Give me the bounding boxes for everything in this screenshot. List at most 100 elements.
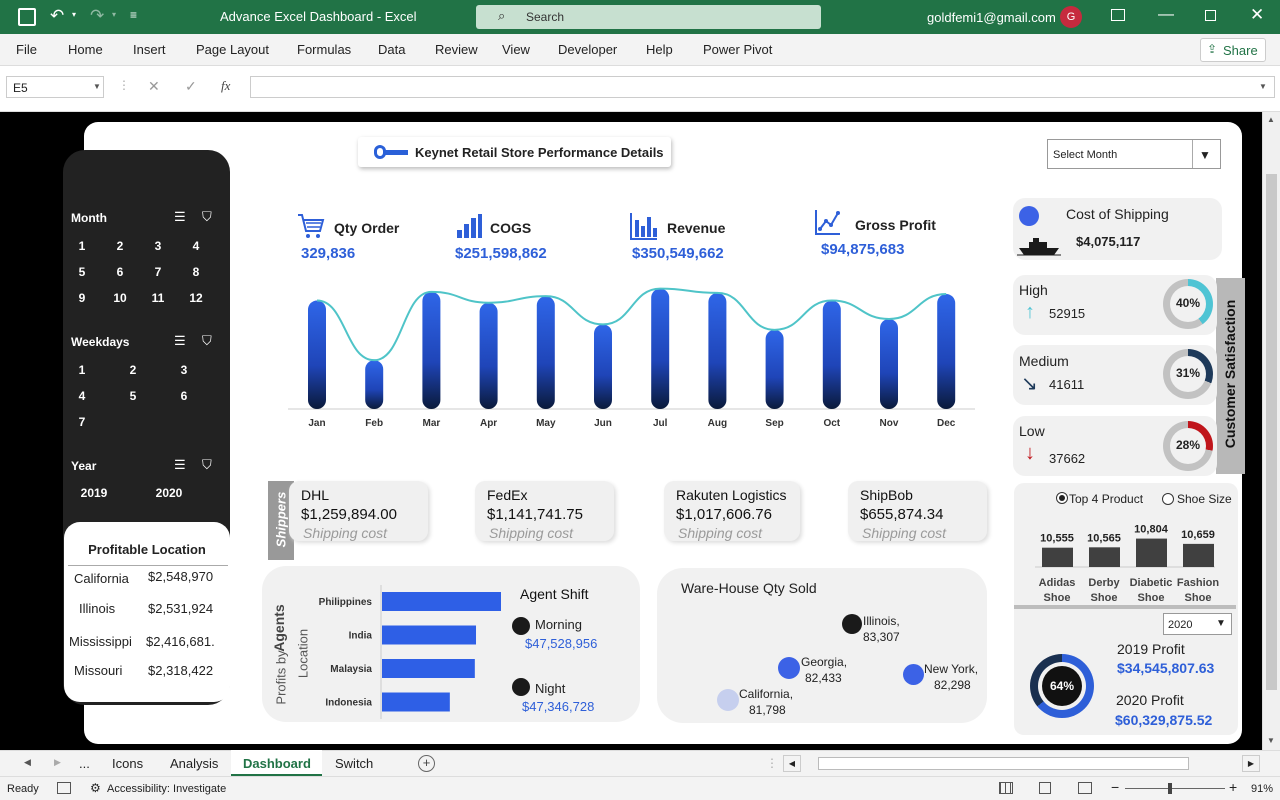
slicer-month-4[interactable]: 4: [184, 239, 208, 253]
hscroll-left-icon[interactable]: ◀: [783, 755, 801, 772]
scroll-right-icon[interactable]: ▶: [54, 757, 61, 768]
slicer-weekday-2[interactable]: 2: [121, 363, 145, 377]
tab-switch[interactable]: Switch: [335, 756, 373, 771]
tab-power-pivot[interactable]: Power Pivot: [703, 42, 772, 57]
shoe-size-radio[interactable]: [1162, 493, 1174, 505]
zoom-in-icon[interactable]: +: [1229, 779, 1237, 795]
macro-record-icon[interactable]: [57, 782, 71, 794]
slicer-month-3[interactable]: 3: [146, 239, 170, 253]
zoom-slider[interactable]: [1125, 788, 1225, 789]
slicer-year-2019[interactable]: 2019: [79, 486, 109, 500]
clear-filter-icon[interactable]: ⛉: [202, 457, 220, 473]
scroll-thumb[interactable]: [1266, 174, 1277, 690]
tab-icons[interactable]: Icons: [112, 756, 143, 771]
slicer-month-11[interactable]: 11: [146, 291, 170, 305]
ribbon-display-icon[interactable]: [1111, 9, 1125, 21]
multi-select-icon[interactable]: ☰: [174, 333, 192, 349]
add-sheet-icon[interactable]: +: [418, 755, 435, 772]
tab-dashboard[interactable]: Dashboard: [231, 750, 322, 776]
clear-filter-icon[interactable]: ⛉: [202, 209, 220, 225]
tab-analysis[interactable]: Analysis: [170, 756, 218, 771]
slicer-year-2020[interactable]: 2020: [154, 486, 184, 500]
top-product-option[interactable]: Top 4 Product: [1069, 492, 1143, 506]
product-name-2: Shoe: [1091, 592, 1118, 604]
hscroll-right-icon[interactable]: ▶: [1242, 755, 1260, 772]
location-label: India: [349, 631, 373, 642]
scroll-left-icon[interactable]: ◀: [24, 757, 31, 768]
slicer-weekday-5[interactable]: 5: [121, 389, 145, 403]
shift-name: Night: [535, 681, 566, 696]
top-product-radio[interactable]: [1056, 492, 1068, 504]
tab-formulas[interactable]: Formulas: [297, 42, 351, 57]
formula-input[interactable]: ▼: [250, 76, 1275, 98]
cancel-icon[interactable]: ✕: [148, 78, 160, 95]
undo-icon[interactable]: ↶: [50, 6, 64, 26]
slicer-month-2[interactable]: 2: [108, 239, 132, 253]
search-box[interactable]: ⌕ Search: [476, 5, 821, 29]
normal-view-icon[interactable]: [999, 782, 1013, 794]
slicer-month-7[interactable]: 7: [146, 265, 170, 279]
redo-dropdown-icon[interactable]: ▾: [112, 10, 116, 19]
multi-select-icon[interactable]: ☰: [174, 209, 192, 225]
tab-file[interactable]: File: [16, 42, 37, 57]
shoe-size-option[interactable]: Shoe Size: [1177, 492, 1232, 506]
status-bar: Ready ⚙ Accessibility: Investigate − + 9…: [0, 776, 1280, 800]
redo-icon[interactable]: ↷: [90, 6, 104, 26]
hscroll-thumb[interactable]: [818, 757, 1189, 770]
accessibility-status[interactable]: Accessibility: Investigate: [107, 783, 226, 795]
customize-toolbar-icon[interactable]: ≡: [130, 8, 137, 22]
slicer-weekday-6[interactable]: 6: [172, 389, 196, 403]
location-value: $2,318,422: [148, 663, 214, 678]
save-icon[interactable]: [18, 8, 36, 26]
user-email[interactable]: goldfemi1@gmail.com: [927, 10, 1056, 25]
tab-review[interactable]: Review: [435, 42, 478, 57]
slicer-weekday-3[interactable]: 3: [172, 363, 196, 377]
avatar[interactable]: G: [1060, 6, 1082, 28]
zoom-slider-thumb[interactable]: [1168, 783, 1172, 794]
tab-view[interactable]: View: [502, 42, 530, 57]
undo-dropdown-icon[interactable]: ▾: [72, 10, 76, 19]
restore-icon[interactable]: [1205, 10, 1216, 21]
multi-select-icon[interactable]: ☰: [174, 457, 192, 473]
minimize-icon[interactable]: —: [1158, 6, 1174, 24]
zoom-out-icon[interactable]: −: [1111, 779, 1119, 795]
slicer-weekday-4[interactable]: 4: [70, 389, 94, 403]
name-box[interactable]: E5 ▼: [6, 76, 104, 98]
scroll-up-icon[interactable]: ▲: [1267, 115, 1275, 124]
scroll-down-icon[interactable]: ▼: [1267, 736, 1275, 745]
slicer-weekday-7[interactable]: 7: [70, 415, 94, 429]
slicer-month-9[interactable]: 9: [70, 291, 94, 305]
tab-home[interactable]: Home: [68, 42, 103, 57]
tab-help[interactable]: Help: [646, 42, 673, 57]
close-icon[interactable]: ✕: [1250, 5, 1264, 25]
tab-data[interactable]: Data: [378, 42, 405, 57]
tab-developer[interactable]: Developer: [558, 42, 617, 57]
page-layout-icon[interactable]: [1039, 782, 1051, 794]
share-button[interactable]: ⇪ Share: [1200, 38, 1266, 62]
clear-filter-icon[interactable]: ⛉: [202, 333, 220, 349]
tab-page-layout[interactable]: Page Layout: [196, 42, 269, 57]
accessibility-icon[interactable]: ⚙: [90, 781, 101, 795]
slicer-month-8[interactable]: 8: [184, 265, 208, 279]
more-sheets[interactable]: ...: [79, 756, 90, 771]
zoom-level[interactable]: 91%: [1251, 783, 1273, 795]
insert-function-icon[interactable]: fx: [221, 78, 230, 94]
chevron-down-icon[interactable]: ▼: [1216, 618, 1226, 629]
month-label: Feb: [365, 418, 383, 429]
select-month-dropdown[interactable]: Select Month ▼: [1047, 139, 1221, 169]
enter-icon[interactable]: ✓: [185, 78, 197, 95]
slicer-month-5[interactable]: 5: [70, 265, 94, 279]
slicer-month-12[interactable]: 12: [184, 291, 208, 305]
tab-insert[interactable]: Insert: [133, 42, 166, 57]
expand-formula-icon[interactable]: ▼: [1259, 82, 1267, 91]
chevron-down-icon[interactable]: ▼: [93, 82, 101, 91]
vertical-scrollbar[interactable]: ▲ ▼: [1262, 112, 1280, 750]
chevron-down-icon[interactable]: ▼: [1192, 140, 1220, 168]
year-dropdown[interactable]: 2020 ▼: [1163, 613, 1232, 635]
slicer-weekday-1[interactable]: 1: [70, 363, 94, 377]
slicer-month-6[interactable]: 6: [108, 265, 132, 279]
slicer-month-10[interactable]: 10: [108, 291, 132, 305]
satisfaction-value: 52915: [1049, 306, 1086, 321]
slicer-month-1[interactable]: 1: [70, 239, 94, 253]
page-break-icon[interactable]: [1078, 782, 1092, 794]
